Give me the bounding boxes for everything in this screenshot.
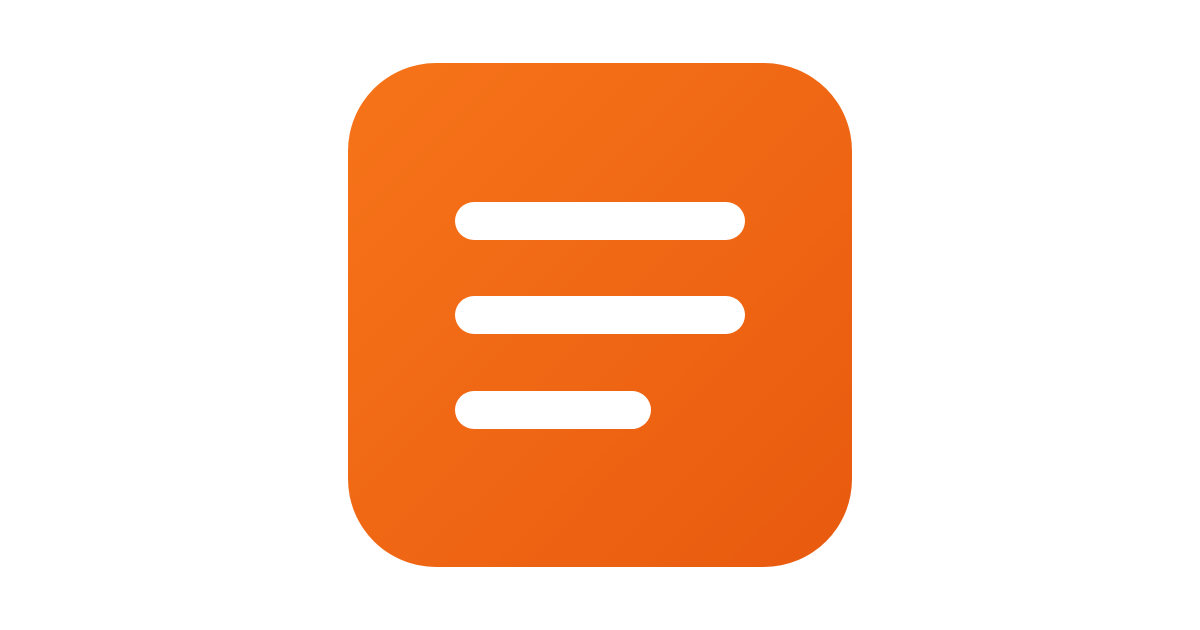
text-line-bottom (455, 391, 651, 429)
text-line-middle (455, 296, 745, 334)
canvas (0, 0, 1200, 630)
app-logo-icon (348, 63, 852, 567)
text-line-top (455, 202, 745, 240)
